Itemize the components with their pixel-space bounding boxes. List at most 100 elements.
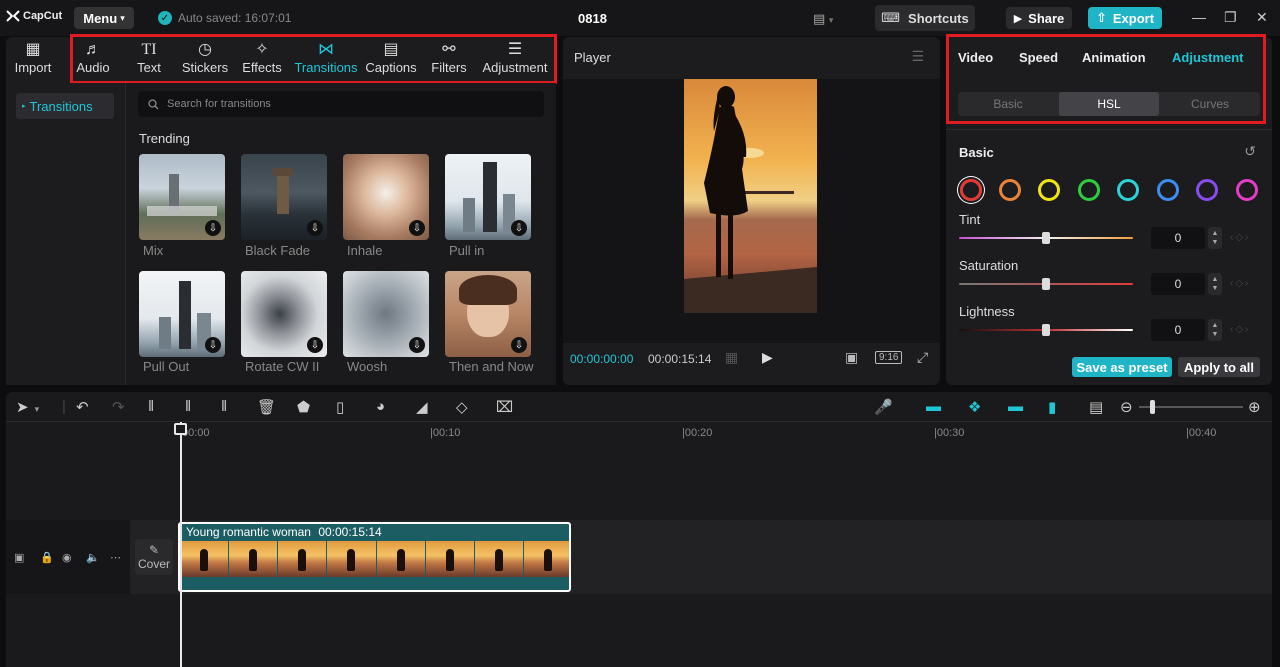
color-swatch-magenta[interactable]	[1236, 179, 1258, 201]
download-icon[interactable]: ⇩	[511, 337, 527, 353]
tab-audio[interactable]: ♬ Audio	[62, 37, 124, 83]
undo-icon[interactable]: ↶	[76, 398, 89, 416]
saturation-stepper[interactable]: ▲ ▼	[1208, 273, 1222, 295]
tint-value-input[interactable]: 0	[1151, 227, 1205, 249]
keyframe-nav-icon[interactable]: ‹◇›	[1230, 278, 1250, 289]
menu-button[interactable]: Menu ▾	[74, 7, 134, 29]
transition-thumb-then-and-now[interactable]: ⇩	[445, 271, 531, 357]
transition-thumb-woosh[interactable]: ⇩	[343, 271, 429, 357]
timeline-ruler[interactable]: 00:00 |00:10 |00:20 |00:30 |00:40	[6, 422, 1272, 442]
zoom-slider-handle[interactable]	[1150, 400, 1155, 414]
preview-axis-icon[interactable]: ▮	[1048, 398, 1056, 416]
download-icon[interactable]: ⇩	[409, 220, 425, 236]
tab-import[interactable]: ▦ Import	[6, 37, 60, 83]
expand-icon[interactable]: ⤢	[917, 349, 928, 366]
waveform-icon[interactable]: ▦	[725, 349, 738, 366]
reverse-icon[interactable]: ◕	[376, 398, 385, 415]
tab-animation[interactable]: Animation	[1082, 50, 1146, 65]
mirror-icon[interactable]: ◢	[416, 398, 428, 416]
playhead-handle[interactable]	[174, 423, 187, 435]
lock-icon[interactable]: 🔒	[40, 551, 54, 564]
cover-button[interactable]: ✎ Cover	[135, 539, 173, 575]
download-icon[interactable]: ⇩	[409, 337, 425, 353]
crop-icon[interactable]: ⌧	[496, 398, 513, 416]
layout-icon[interactable]: ▤ ▾	[813, 11, 833, 27]
transition-thumb-pull-in[interactable]: ⇩	[445, 154, 531, 240]
tab-text[interactable]: TI Text	[124, 37, 174, 83]
color-swatch-purple[interactable]	[1196, 179, 1218, 201]
color-swatch-orange[interactable]	[999, 179, 1021, 201]
player-viewport[interactable]	[563, 79, 940, 343]
ratio-button[interactable]: 9:16	[875, 351, 903, 364]
zoom-out-icon[interactable]: ⊖	[1120, 398, 1133, 416]
fit-timeline-icon[interactable]: ▤	[1089, 398, 1103, 416]
mask-icon[interactable]: ⬟	[297, 398, 310, 416]
more-icon[interactable]: ⋯	[110, 551, 121, 564]
play-icon[interactable]: ▶	[762, 349, 773, 366]
video-clip[interactable]: Young romantic woman 00:00:15:14	[178, 522, 571, 592]
shortcuts-button[interactable]: ⌨ Shortcuts	[875, 5, 975, 31]
zoom-in-icon[interactable]: ⊕	[1248, 398, 1261, 416]
close-icon[interactable]: ✕	[1256, 9, 1268, 26]
sidebar-item-transitions[interactable]: ▸ Transitions	[16, 93, 114, 119]
transition-thumb-inhale[interactable]: ⇩	[343, 154, 429, 240]
split-icon[interactable]: ‖	[148, 398, 154, 415]
tab-speed[interactable]: Speed	[1019, 50, 1058, 65]
share-button[interactable]: ▶ Share	[1006, 7, 1072, 29]
tab-adjustment[interactable]: ☰ Adjustment	[480, 37, 550, 83]
split-right-icon[interactable]: ‖	[221, 398, 227, 415]
saturation-slider-handle[interactable]	[1042, 278, 1050, 290]
hamburger-icon[interactable]: ☰	[911, 48, 924, 65]
color-swatch-cyan[interactable]	[1117, 179, 1139, 201]
linkage-icon[interactable]: ▬	[1008, 398, 1023, 415]
tab-stickers[interactable]: ◷ Stickers	[174, 37, 236, 83]
track-visibility-icon[interactable]: ▣	[14, 551, 24, 564]
select-cursor-icon[interactable]: ➤ ▾	[16, 398, 39, 416]
playhead[interactable]	[180, 422, 182, 667]
color-swatch-yellow[interactable]	[1038, 179, 1060, 201]
download-icon[interactable]: ⇩	[307, 337, 323, 353]
delete-icon[interactable]: 🗑	[257, 398, 276, 416]
lightness-value-input[interactable]: 0	[1151, 319, 1205, 341]
microphone-icon[interactable]: 🎤	[874, 398, 893, 416]
transition-thumb-pull-out[interactable]: ⇩	[139, 271, 225, 357]
rotate-icon[interactable]: ◇	[456, 398, 468, 416]
color-swatch-red[interactable]	[960, 179, 982, 201]
subtab-hsl[interactable]: HSL	[1059, 92, 1159, 116]
tab-video[interactable]: Video	[958, 50, 993, 65]
transition-thumb-mix[interactable]: ⇩	[139, 154, 225, 240]
color-swatch-green[interactable]	[1078, 179, 1100, 201]
transition-thumb-black-fade[interactable]: ⇩	[241, 154, 327, 240]
apply-to-all-button[interactable]: Apply to all	[1178, 357, 1260, 377]
keyframe-nav-icon[interactable]: ‹◇›	[1230, 232, 1250, 243]
auto-snapping-icon[interactable]: ❖	[968, 398, 981, 416]
tab-effects[interactable]: ✧ Effects	[236, 37, 288, 83]
tint-slider-handle[interactable]	[1042, 232, 1050, 244]
transition-thumb-rotate-cw-ii[interactable]: ⇩	[241, 271, 327, 357]
tab-transitions[interactable]: ⋈ Transitions	[288, 37, 364, 83]
lightness-slider-handle[interactable]	[1042, 324, 1050, 336]
tab-adjustment[interactable]: Adjustment	[1172, 50, 1244, 65]
keyframe-nav-icon[interactable]: ‹◇›	[1230, 324, 1250, 335]
maximize-icon[interactable]: ❐	[1224, 9, 1237, 26]
export-button[interactable]: ⇧ Export	[1088, 7, 1162, 29]
saturation-value-input[interactable]: 0	[1151, 273, 1205, 295]
reset-icon[interactable]: ↺	[1244, 143, 1256, 160]
main-track-magnet-icon[interactable]: ▬	[926, 398, 941, 415]
eye-icon[interactable]: ◉	[62, 551, 72, 564]
search-input[interactable]: Search for transitions	[138, 91, 544, 117]
download-icon[interactable]: ⇩	[205, 337, 221, 353]
save-as-preset-button[interactable]: Save as preset	[1072, 357, 1172, 377]
tab-filters[interactable]: ⚯ Filters	[418, 37, 480, 83]
video-preview[interactable]	[684, 79, 817, 313]
project-title[interactable]: 0818	[578, 11, 607, 26]
tab-captions[interactable]: ▤ Captions	[364, 37, 418, 83]
tint-stepper[interactable]: ▲ ▼	[1208, 227, 1222, 249]
subtab-basic[interactable]: Basic	[958, 92, 1058, 116]
download-icon[interactable]: ⇩	[205, 220, 221, 236]
download-icon[interactable]: ⇩	[307, 220, 323, 236]
download-icon[interactable]: ⇩	[511, 220, 527, 236]
color-swatch-blue[interactable]	[1157, 179, 1179, 201]
lightness-stepper[interactable]: ▲ ▼	[1208, 319, 1222, 341]
split-left-icon[interactable]: ‖	[185, 398, 191, 415]
